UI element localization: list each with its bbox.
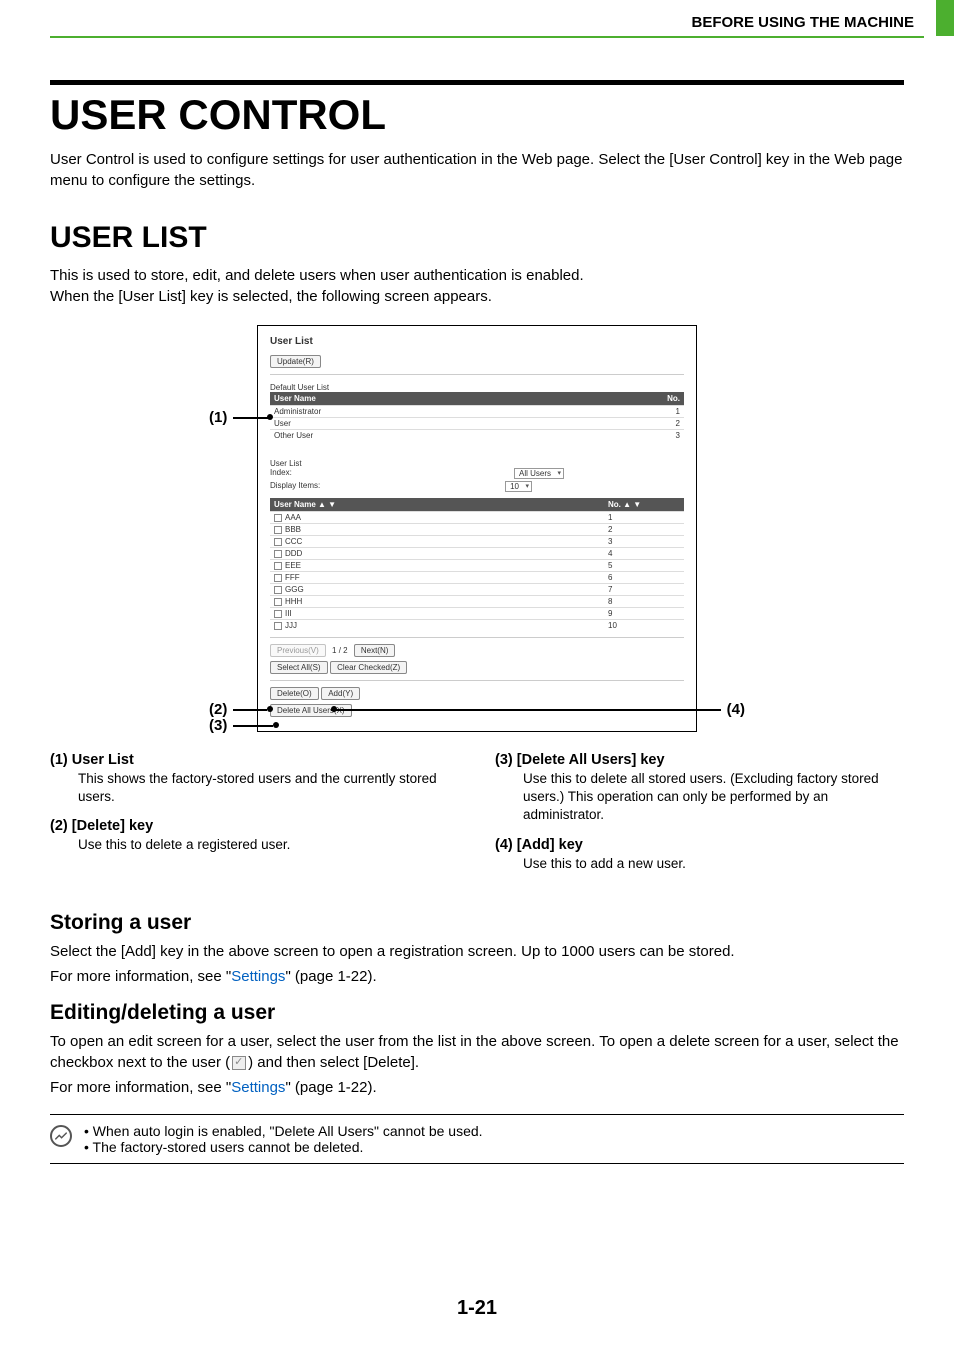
row-checkbox[interactable]	[274, 538, 282, 546]
table-row[interactable]: BBB2	[270, 524, 684, 536]
note-line-2: • The factory-stored users cannot be del…	[84, 1139, 483, 1155]
row-checkbox[interactable]	[274, 622, 282, 630]
display-items-label: Display Items:	[270, 481, 320, 492]
header-rule	[50, 36, 924, 38]
settings-link[interactable]: Settings	[231, 1079, 285, 1096]
note-box: • When auto login is enabled, "Delete Al…	[50, 1114, 904, 1164]
col-username-sort[interactable]: User Name ▲ ▼	[270, 498, 604, 512]
callout-2: (2)	[209, 701, 227, 718]
storing-body: Select the [Add] key in the above screen…	[50, 941, 904, 962]
connector-1	[233, 417, 269, 419]
user-list-label: User List	[270, 459, 684, 468]
next-button[interactable]: Next(N)	[354, 644, 396, 657]
row-checkbox[interactable]	[274, 562, 282, 570]
checkbox-icon	[232, 1056, 246, 1070]
connector-4	[331, 709, 721, 711]
delete-button[interactable]: Delete(O)	[270, 687, 319, 700]
col-no-sort[interactable]: No. ▲ ▼	[604, 498, 684, 512]
editing-body-2: For more information, see "Settings" (pa…	[50, 1077, 904, 1098]
select-all-button[interactable]: Select All(S)	[270, 661, 328, 674]
table-row[interactable]: III9	[270, 608, 684, 620]
note-line-1: • When auto login is enabled, "Delete Al…	[84, 1123, 483, 1139]
page-title: USER CONTROL	[50, 91, 904, 139]
table-row[interactable]: User2	[270, 418, 684, 430]
table-row[interactable]: GGG7	[270, 584, 684, 596]
table-row[interactable]: HHH8	[270, 596, 684, 608]
screenshot-panel: User List Update(R) Default User List Us…	[257, 325, 697, 732]
desc-item-1: (1) User List This shows the factory-sto…	[50, 752, 459, 806]
row-checkbox[interactable]	[274, 598, 282, 606]
table-row[interactable]: EEE5	[270, 560, 684, 572]
connector-dot-4	[331, 706, 337, 712]
section-intro: This is used to store, edit, and delete …	[50, 265, 904, 307]
title-rule	[50, 80, 904, 85]
header-accent	[936, 0, 954, 36]
col-no: No.	[644, 392, 684, 406]
desc-item-4: (4) [Add] key Use this to add a new user…	[495, 837, 904, 873]
row-checkbox[interactable]	[274, 550, 282, 558]
panel-title: User List	[270, 336, 684, 347]
update-button[interactable]: Update(R)	[270, 355, 321, 368]
callout-4: (4)	[727, 701, 745, 718]
page-number: 1-21	[0, 1297, 954, 1320]
table-row[interactable]: AAA1	[270, 512, 684, 524]
default-user-table: User Name No. Administrator1 User2 Other…	[270, 392, 684, 441]
connector-3	[233, 725, 273, 727]
col-username: User Name	[270, 392, 644, 406]
storing-body-2: For more information, see "Settings" (pa…	[50, 966, 904, 987]
section-title: USER LIST	[50, 221, 904, 255]
connector-dot-1	[267, 414, 273, 420]
display-items-select[interactable]: 10	[505, 481, 532, 492]
row-checkbox[interactable]	[274, 574, 282, 582]
add-button[interactable]: Add(Y)	[321, 687, 360, 700]
table-row[interactable]: Administrator1	[270, 406, 684, 418]
table-row[interactable]: DDD4	[270, 548, 684, 560]
table-row[interactable]: Other User3	[270, 430, 684, 442]
callout-1: (1)	[209, 409, 227, 426]
storing-heading: Storing a user	[50, 911, 904, 935]
connector-2	[233, 709, 267, 711]
connector-dot-2	[267, 706, 273, 712]
intro-text: User Control is used to configure settin…	[50, 149, 904, 191]
table-row[interactable]: FFF6	[270, 572, 684, 584]
desc-item-3: (3) [Delete All Users] key Use this to d…	[495, 752, 904, 825]
editing-heading: Editing/deleting a user	[50, 1001, 904, 1025]
settings-link[interactable]: Settings	[231, 968, 285, 985]
index-label: Index:	[270, 468, 292, 479]
connector-dot-3	[273, 722, 279, 728]
note-icon	[50, 1125, 72, 1147]
clear-checked-button[interactable]: Clear Checked(Z)	[330, 661, 407, 674]
row-checkbox[interactable]	[274, 526, 282, 534]
row-checkbox[interactable]	[274, 586, 282, 594]
user-table: User Name ▲ ▼ No. ▲ ▼ AAA1 BBB2 CCC3 DDD…	[270, 498, 684, 631]
table-row[interactable]: CCC3	[270, 536, 684, 548]
editing-body: To open an edit screen for a user, selec…	[50, 1031, 904, 1073]
table-row[interactable]: JJJ10	[270, 620, 684, 632]
prev-button[interactable]: Previous(V)	[270, 644, 326, 657]
breadcrumb: BEFORE USING THE MACHINE	[691, 14, 914, 31]
row-checkbox[interactable]	[274, 610, 282, 618]
desc-item-2: (2) [Delete] key Use this to delete a re…	[50, 818, 459, 854]
index-select[interactable]: All Users	[514, 468, 564, 479]
callout-3: (3)	[209, 717, 227, 734]
row-checkbox[interactable]	[274, 514, 282, 522]
default-list-label: Default User List	[270, 383, 684, 392]
page-indicator: 1 / 2	[332, 646, 348, 655]
